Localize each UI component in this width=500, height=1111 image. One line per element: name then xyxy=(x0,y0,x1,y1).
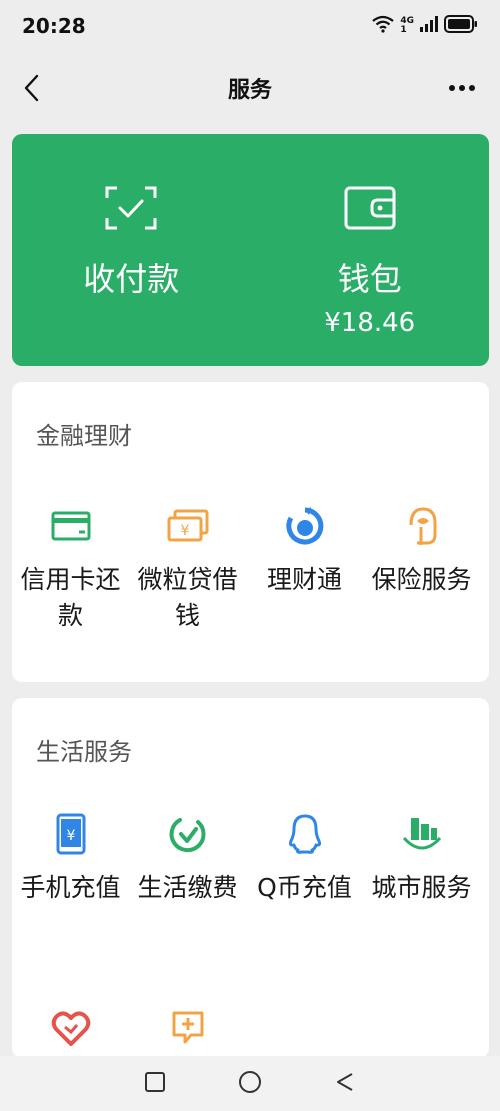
page-title: 服务 xyxy=(227,78,272,103)
pay-card: 收付款 钱包 ¥18.46 xyxy=(12,134,489,366)
wealth-button[interactable]: 理财通 xyxy=(246,502,363,634)
city-service-button[interactable]: 城市服务 xyxy=(363,810,480,906)
more-icon xyxy=(449,85,475,91)
charity-icon xyxy=(47,1004,95,1052)
qq-coin-button[interactable]: Q币充值 xyxy=(246,810,363,906)
loan-label: 微粒贷借钱 xyxy=(137,565,238,630)
status-bar: 20:28 4G 1 xyxy=(0,0,500,52)
network-type: 4G 1 xyxy=(400,16,414,35)
credit-card-repay-button[interactable]: 信用卡还款 xyxy=(12,502,129,634)
loan-icon: ¥ xyxy=(164,502,212,550)
nav-bar: 服务 xyxy=(0,58,500,118)
insurance-button[interactable]: 保险服务 xyxy=(363,502,480,634)
wealth-label: 理财通 xyxy=(266,565,342,594)
square-icon xyxy=(145,1071,165,1092)
qq-coin-icon xyxy=(281,810,329,858)
system-nav-bar xyxy=(0,1056,500,1111)
home-button[interactable] xyxy=(238,1070,262,1098)
credit-card-label: 信用卡还款 xyxy=(20,565,121,630)
phone-topup-label: 手机充值 xyxy=(20,873,121,902)
city-service-icon xyxy=(398,810,446,858)
life-section: 生活服务 ¥ 手机充值 生活缴费 Q币充值 城市服务 xyxy=(12,698,489,1058)
receive-pay-label: 收付款 xyxy=(83,260,180,298)
wallet-balance: ¥18.46 xyxy=(324,308,416,338)
life-grid: ¥ 手机充值 生活缴费 Q币充值 城市服务 xyxy=(12,810,489,906)
back-button[interactable] xyxy=(16,72,48,104)
signal-icon xyxy=(420,16,438,36)
section-title-life: 生活服务 xyxy=(36,738,132,766)
utility-bill-label: 生活缴费 xyxy=(137,873,238,902)
phone-topup-button[interactable]: ¥ 手机充值 xyxy=(12,810,129,906)
medical-icon xyxy=(164,1004,212,1052)
wallet-button[interactable]: 钱包 ¥18.46 xyxy=(251,134,490,366)
svg-text:¥: ¥ xyxy=(180,523,189,539)
utility-bill-icon xyxy=(164,810,212,858)
scan-pay-icon xyxy=(105,184,157,232)
city-service-label: 城市服务 xyxy=(371,873,472,902)
credit-card-icon xyxy=(47,502,95,550)
recent-apps-button[interactable] xyxy=(144,1071,166,1097)
phone-topup-icon: ¥ xyxy=(47,810,95,858)
receive-pay-button[interactable]: 收付款 xyxy=(12,134,251,366)
battery-icon xyxy=(444,15,478,37)
utility-bill-button[interactable]: 生活缴费 xyxy=(129,810,246,906)
life-grid-row-2 xyxy=(12,1004,489,1052)
wallet-icon xyxy=(344,184,396,232)
wifi-icon xyxy=(372,15,395,37)
qq-coin-label: Q币充值 xyxy=(257,873,352,902)
status-time: 20:28 xyxy=(22,14,86,38)
section-title-finance: 金融理财 xyxy=(36,422,132,450)
status-icons: 4G 1 xyxy=(372,15,478,37)
finance-section: 金融理财 信用卡还款 ¥ 微粒贷借钱 理财通 保险服务 xyxy=(12,382,489,682)
more-button[interactable] xyxy=(444,72,480,104)
triangle-back-icon xyxy=(337,1072,353,1091)
chevron-left-icon xyxy=(24,74,39,102)
finance-grid: 信用卡还款 ¥ 微粒贷借钱 理财通 保险服务 xyxy=(12,502,489,634)
insurance-label: 保险服务 xyxy=(371,565,472,594)
wealth-icon xyxy=(281,502,329,550)
svg-text:¥: ¥ xyxy=(66,828,75,844)
insurance-icon xyxy=(398,502,446,550)
loan-button[interactable]: ¥ 微粒贷借钱 xyxy=(129,502,246,634)
system-back-button[interactable] xyxy=(334,1071,356,1097)
wallet-label: 钱包 xyxy=(337,260,402,298)
circle-icon xyxy=(239,1070,261,1093)
medical-button[interactable] xyxy=(129,1004,246,1052)
charity-button[interactable] xyxy=(12,1004,129,1052)
